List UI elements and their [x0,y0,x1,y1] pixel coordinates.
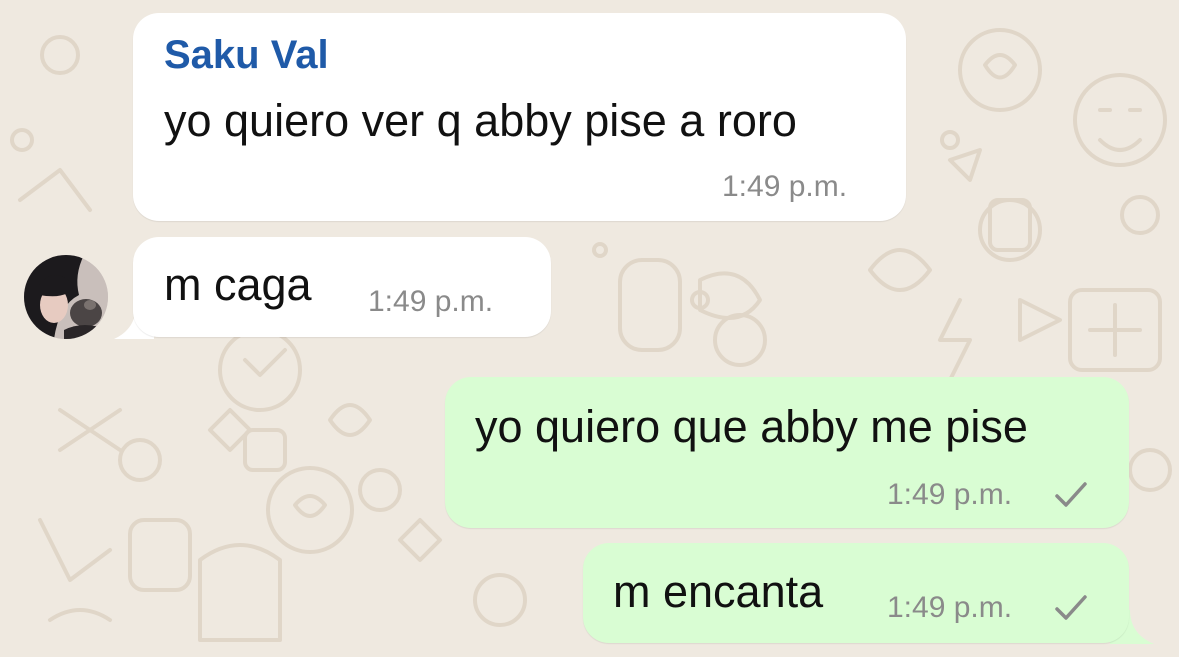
single-check-icon [1055,595,1087,620]
message-text: yo quiero ver q abby pise a roro [164,95,797,146]
single-check-icon [1055,482,1087,507]
message-text: yo quiero que abby me pise [475,401,1028,452]
user-avatar[interactable] [24,255,108,339]
message-text: m encanta [613,566,824,617]
message-timestamp: 1:49 p.m. [722,170,848,203]
message-text: m caga [164,259,312,310]
sender-name[interactable]: Saku Val [164,33,329,78]
message-timestamp: 1:49 p.m. [368,285,494,318]
avatar-image [24,255,108,339]
message-timestamp: 1:49 p.m. [887,591,1013,624]
message-timestamp: 1:49 p.m. [887,478,1013,511]
